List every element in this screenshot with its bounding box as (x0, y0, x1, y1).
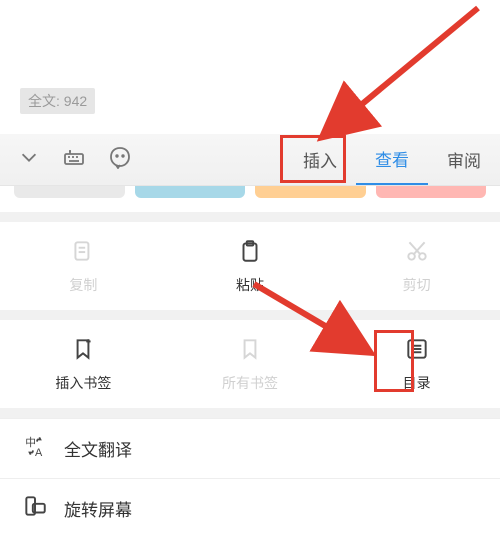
paste-button[interactable]: 粘贴 (167, 222, 334, 309)
cut-button: 剪切 (333, 222, 500, 309)
tab-review[interactable]: 审阅 (428, 134, 500, 185)
translate-label: 全文翻译 (64, 436, 132, 461)
all-bookmarks-label: 所有书签 (222, 373, 278, 393)
bookmark-icon (237, 336, 263, 367)
contents-button[interactable]: 目录 (333, 320, 500, 407)
copy-label: 复制 (69, 275, 97, 295)
insert-bookmark-label: 插入书签 (55, 373, 111, 393)
contents-label: 目录 (403, 373, 431, 393)
main-toolbar: 插入 查看 审阅 (0, 134, 500, 186)
face-icon[interactable] (108, 145, 132, 174)
all-bookmarks-button: 所有书签 (167, 320, 334, 407)
scissors-icon (404, 238, 430, 269)
paste-label: 粘贴 (236, 275, 264, 295)
clipboard-icon (237, 238, 263, 269)
collapse-icon[interactable] (18, 146, 40, 173)
tab-view[interactable]: 查看 (356, 134, 428, 185)
rotate-row[interactable]: 旋转屏幕 (0, 478, 500, 538)
copy-button: 复制 (0, 222, 167, 309)
insert-bookmark-button[interactable]: 插入书签 (0, 320, 167, 407)
list-icon (404, 336, 430, 367)
color-swatch-3[interactable] (255, 186, 366, 198)
toolbar-tabs: 插入 查看 审阅 (284, 134, 500, 185)
translate-row[interactable]: 中 A 全文翻译 (0, 418, 500, 478)
copy-icon (70, 238, 96, 269)
bookmark-row: 插入书签 所有书签 目录 (0, 320, 500, 407)
section-gap (0, 310, 500, 320)
bookmark-add-icon (70, 336, 96, 367)
highlight-color-strip (0, 186, 500, 198)
tab-insert[interactable]: 插入 (284, 134, 356, 185)
clipboard-row: 复制 粘贴 剪切 (0, 222, 500, 309)
rotate-screen-icon (22, 493, 48, 524)
cut-label: 剪切 (403, 275, 431, 295)
section-gap (0, 212, 500, 222)
color-swatch-4[interactable] (376, 186, 487, 198)
section-gap (0, 408, 500, 418)
char-count-badge: 全文: 942 (20, 88, 95, 114)
keyboard-icon[interactable] (62, 145, 86, 174)
toolbar-left-group (0, 145, 132, 174)
rotate-label: 旋转屏幕 (64, 496, 132, 521)
translate-icon: 中 A (22, 433, 48, 464)
color-swatch-1[interactable] (14, 186, 125, 198)
color-swatch-2[interactable] (135, 186, 246, 198)
svg-text:A: A (35, 447, 43, 459)
